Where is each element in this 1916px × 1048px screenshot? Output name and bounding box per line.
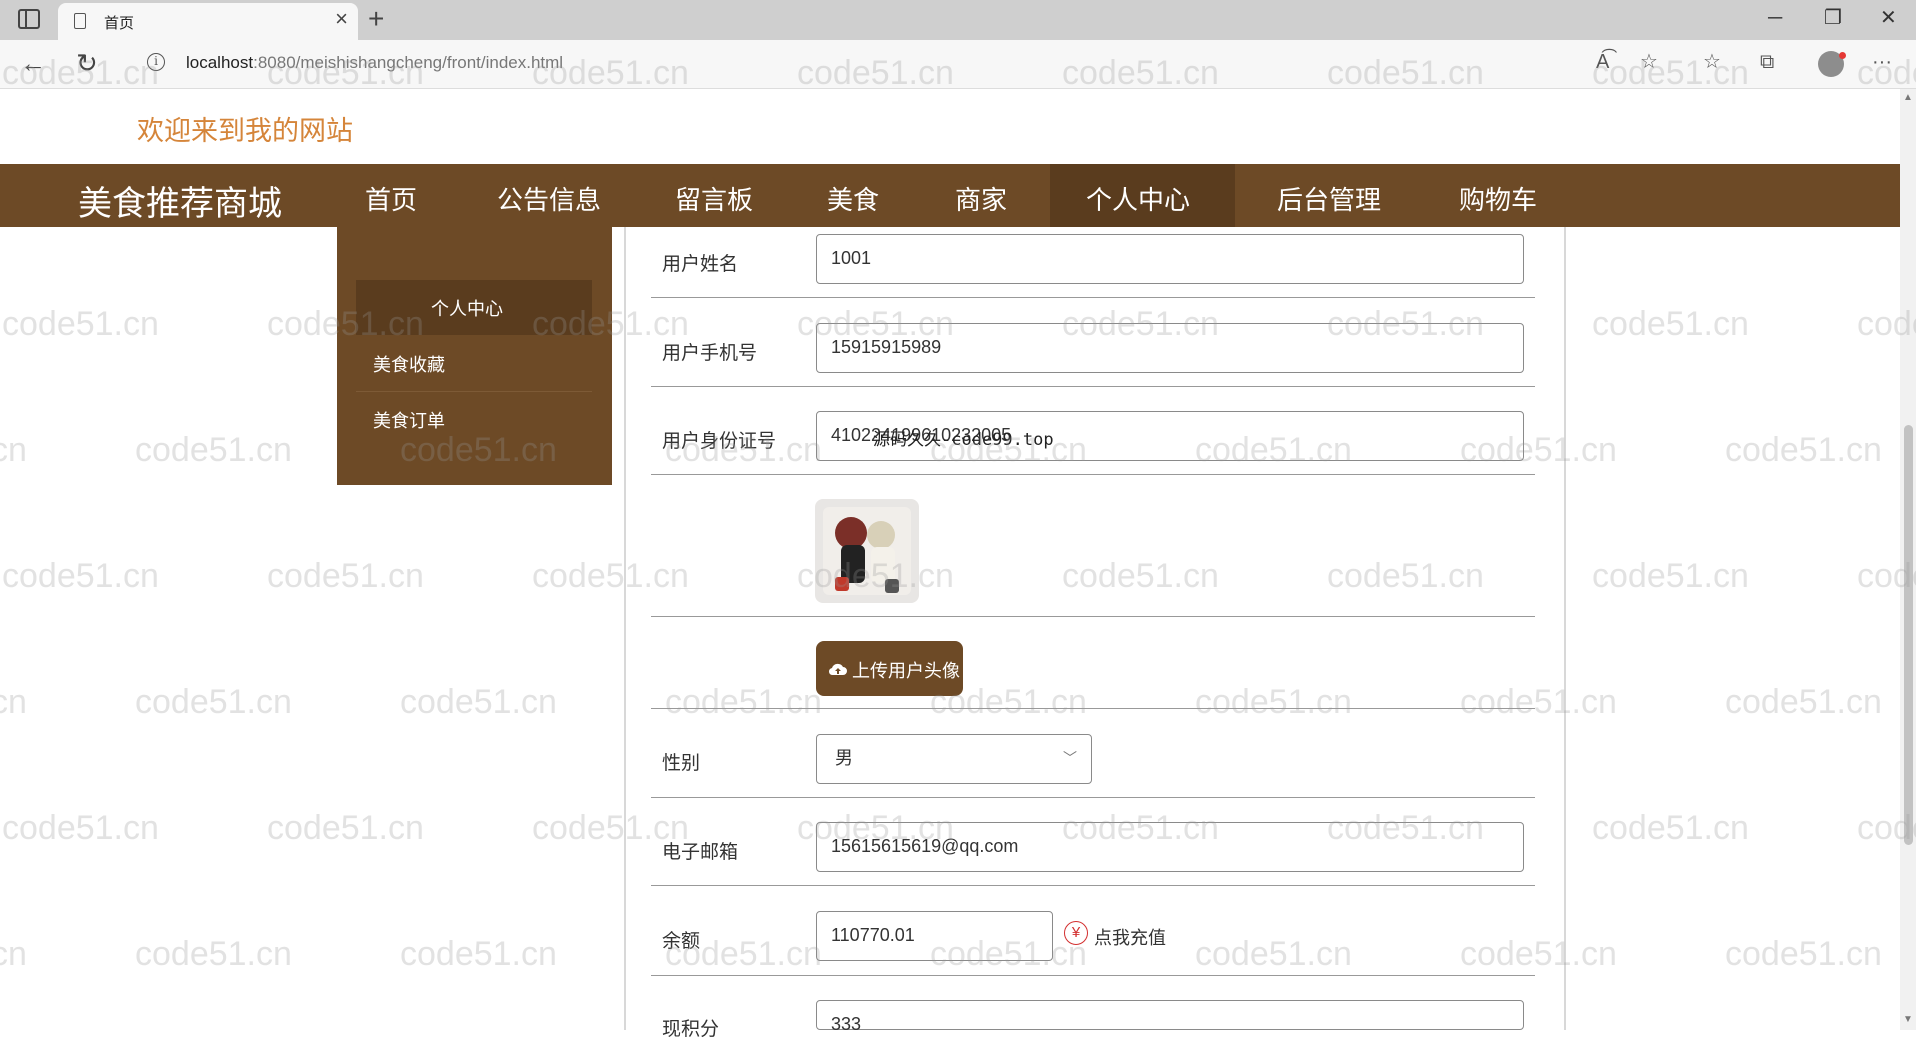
divider: [651, 975, 1535, 976]
scroll-down-icon[interactable]: ▼: [1903, 1014, 1913, 1025]
balance-label: 余额: [662, 931, 701, 952]
divider: [651, 616, 1535, 617]
nav-food[interactable]: 美食: [827, 180, 879, 217]
chevron-down-icon: ﹀: [1063, 750, 1077, 766]
refresh-icon[interactable]: ↻: [76, 48, 98, 78]
nav-notices[interactable]: 公告信息: [497, 180, 601, 217]
divider: [356, 391, 592, 392]
sidebar-toggle-icon[interactable]: [18, 9, 40, 29]
browser-tab[interactable]: 首页 ×: [58, 3, 358, 40]
notification-dot: [1839, 52, 1846, 59]
nav-admin[interactable]: 后台管理: [1277, 180, 1381, 217]
name-field[interactable]: 1001: [816, 234, 1524, 284]
divider: [651, 885, 1535, 886]
scroll-up-icon[interactable]: ▲: [1903, 92, 1913, 103]
gender-select[interactable]: 男 ﹀: [816, 734, 1092, 784]
nav-message-board[interactable]: 留言板: [675, 180, 753, 217]
gender-value: 男: [835, 748, 853, 768]
nav-home[interactable]: 首页: [365, 180, 417, 217]
side-menu: 个人中心 美食收藏 美食订单: [337, 227, 612, 485]
close-icon[interactable]: ×: [335, 8, 348, 30]
url-path: :8080/meishishangcheng/front/index.html: [253, 53, 564, 72]
recharge-link[interactable]: 点我充值: [1094, 924, 1166, 950]
favorites-list-icon[interactable]: ☆: [1703, 50, 1721, 74]
email-label: 电子邮箱: [662, 842, 739, 863]
divider: [651, 297, 1535, 298]
yen-icon[interactable]: ¥: [1064, 921, 1088, 945]
phone-field[interactable]: 15915915989: [816, 323, 1524, 373]
side-item-orders[interactable]: 美食订单: [373, 407, 445, 433]
minimize-icon[interactable]: ─: [1768, 6, 1782, 30]
address-bar[interactable]: localhost:8080/meishishangcheng/front/in…: [186, 53, 563, 73]
window-close-icon[interactable]: ✕: [1880, 6, 1897, 30]
back-icon[interactable]: ←: [20, 48, 46, 78]
email-field[interactable]: 15615615619@qq.com: [816, 822, 1524, 872]
more-icon[interactable]: ···: [1872, 50, 1892, 74]
upload-avatar-button[interactable]: 上传用户头像: [816, 641, 963, 696]
tab-title: 首页: [104, 15, 135, 32]
browser-tab-strip: 首页 × + ─ ❐ ✕: [0, 0, 1916, 40]
nav-personal-center[interactable]: 个人中心: [1086, 180, 1190, 217]
avatar-caption: 源码久久-code99.top: [873, 430, 1054, 450]
side-item-favorites[interactable]: 美食收藏: [373, 351, 445, 377]
scrollbar-thumb[interactable]: [1904, 425, 1913, 845]
balance-field[interactable]: 110770.01: [816, 911, 1053, 961]
site-brand[interactable]: 美食推荐商城: [78, 176, 282, 225]
collections-icon[interactable]: ⧉: [1760, 50, 1774, 74]
upload-button-label: 上传用户头像: [852, 661, 960, 681]
welcome-text: 欢迎来到我的网站: [137, 116, 353, 146]
plus-icon[interactable]: +: [368, 4, 384, 34]
divider: [651, 386, 1535, 387]
divider: [651, 797, 1535, 798]
browser-toolbar: ← ↻ i localhost:8080/meishishangcheng/fr…: [0, 40, 1916, 89]
divider: [651, 708, 1535, 709]
url-host: localhost: [186, 53, 254, 72]
restore-icon[interactable]: ❐: [1824, 6, 1842, 30]
id-number-label: 用户身份证号: [662, 431, 777, 452]
page-icon: [74, 13, 86, 29]
gender-label: 性别: [662, 753, 701, 774]
web-page: 欢迎来到我的网站 美食推荐商城 首页 公告信息 留言板 美食 商家 个人中心 后…: [0, 89, 1900, 1030]
phone-label: 用户手机号: [662, 343, 758, 364]
cloud-upload-icon: [828, 663, 847, 676]
info-icon[interactable]: i: [147, 53, 165, 71]
nav-cart[interactable]: 购物车: [1459, 180, 1537, 217]
avatar-image[interactable]: [815, 499, 919, 603]
main-navbar: 美食推荐商城 首页 公告信息 留言板 美食 商家 个人中心 后台管理 购物车: [0, 164, 1900, 227]
divider: [651, 474, 1535, 475]
side-item-personal-center[interactable]: 个人中心: [431, 295, 503, 321]
read-aloud-icon[interactable]: A͡: [1596, 50, 1609, 74]
points-field[interactable]: 333: [816, 1000, 1524, 1034]
points-label: 现积分: [662, 1019, 720, 1040]
favorite-icon[interactable]: ☆: [1640, 50, 1658, 74]
nav-merchants[interactable]: 商家: [955, 180, 1007, 217]
name-label: 用户姓名: [662, 254, 739, 275]
